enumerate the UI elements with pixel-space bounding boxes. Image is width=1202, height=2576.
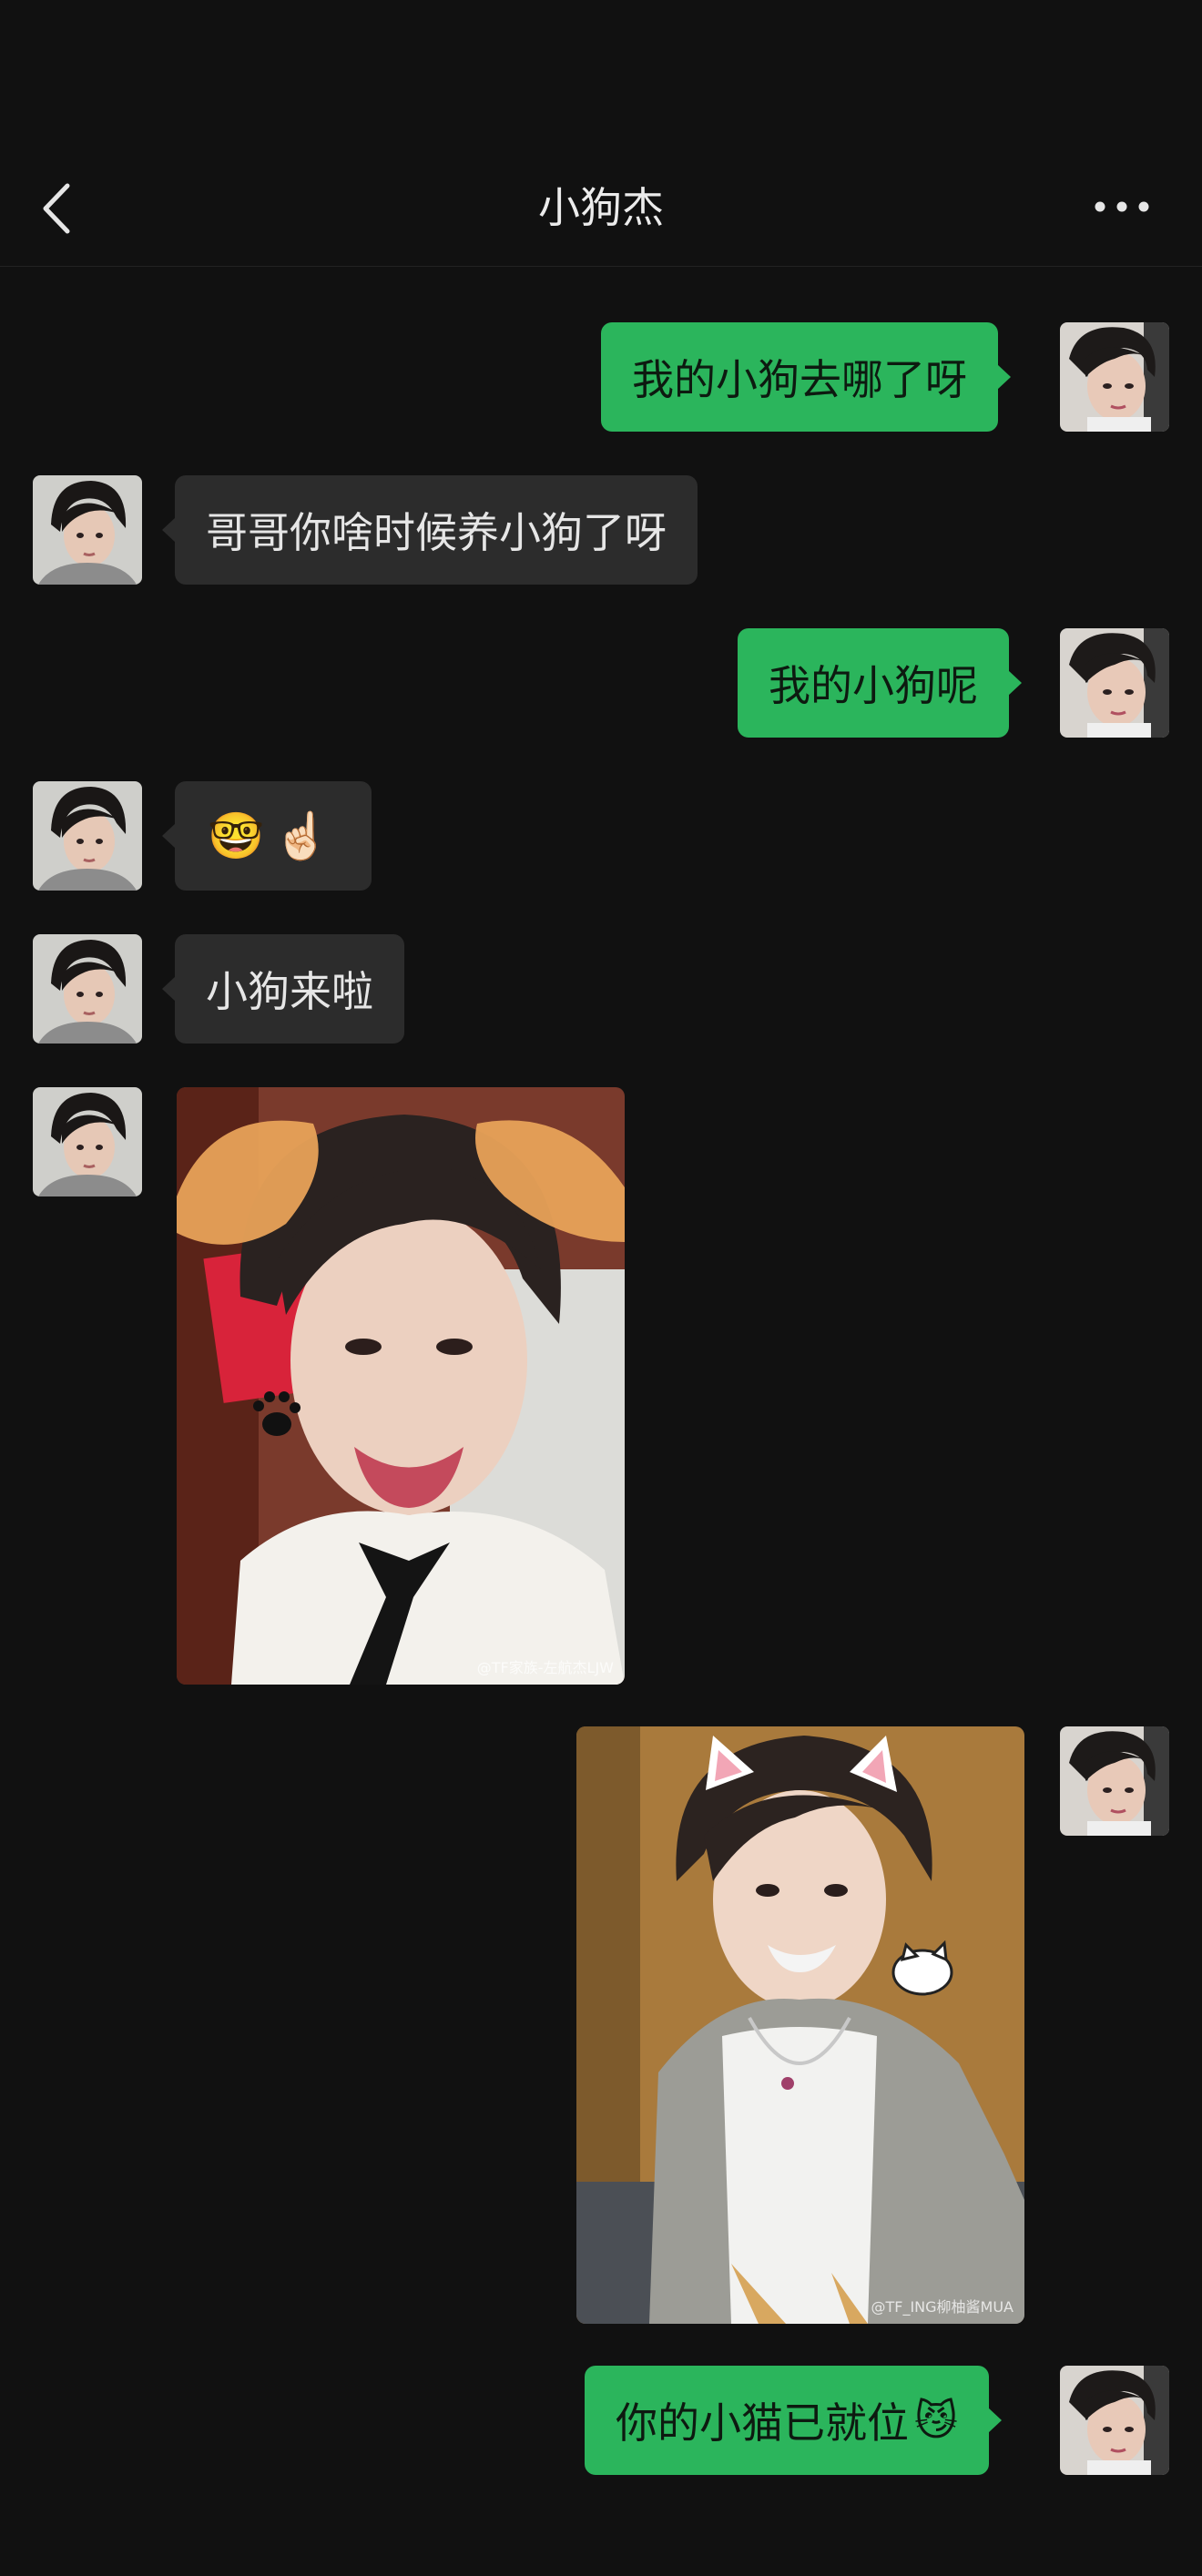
message-bubble-outgoing[interactable]: 我的小狗去哪了呀	[601, 322, 1011, 432]
pointing-up-emoji: ☝🏻	[273, 809, 331, 862]
my-avatar[interactable]	[1060, 1726, 1169, 1836]
avatar-image	[1060, 628, 1169, 738]
contact-avatar[interactable]	[33, 1087, 142, 1196]
my-avatar[interactable]	[1060, 628, 1169, 738]
nerd-face-emoji: 🤓	[208, 809, 265, 862]
contact-avatar[interactable]	[33, 934, 142, 1044]
message-bubble-incoming[interactable]: 🤓 ☝🏻	[162, 781, 372, 891]
image-message-dog-ears[interactable]: @TF家族-左航杰LJW	[177, 1087, 625, 1685]
avatar-image	[33, 475, 142, 585]
avatar-image	[1060, 322, 1169, 432]
chat-title: 小狗杰	[538, 183, 664, 232]
image-watermark: @TF家族-左航杰LJW	[476, 1659, 614, 1676]
message-bubble-incoming[interactable]: 哥哥你啥时候养小狗了呀	[162, 475, 698, 585]
contact-avatar[interactable]	[33, 781, 142, 891]
avatar-image	[1060, 2366, 1169, 2475]
message-bubble-outgoing[interactable]: 你的小猫已就位 😼	[585, 2366, 1002, 2475]
avatar-image	[33, 1087, 142, 1196]
image-watermark: @TF_ING柳柚酱MUA	[871, 2298, 1014, 2316]
image-message-cat-ears[interactable]: @TF_ING柳柚酱MUA	[576, 1726, 1024, 2324]
avatar-image	[33, 934, 142, 1044]
avatar-image	[33, 781, 142, 891]
avatar-image	[1060, 1726, 1169, 1836]
cat-smirk-emoji: 😼	[914, 2396, 958, 2445]
message-text: 哥哥你啥时候养小狗了呀	[206, 508, 667, 557]
my-avatar[interactable]	[1060, 322, 1169, 432]
message-bubble-incoming[interactable]: 小狗来啦	[162, 934, 404, 1044]
my-avatar[interactable]	[1060, 2366, 1169, 2475]
chat-header: 小狗杰	[0, 0, 1202, 267]
message-text: 我的小狗呢	[769, 661, 978, 710]
more-dots-icon[interactable]	[1093, 193, 1151, 220]
message-text: 小狗来啦	[206, 967, 373, 1016]
message-bubble-outgoing[interactable]: 我的小狗呢	[738, 628, 1022, 738]
selfie-photo	[177, 1087, 625, 1685]
contact-avatar[interactable]	[33, 475, 142, 585]
message-text: 你的小猫已就位	[616, 2398, 909, 2448]
message-text: 我的小狗去哪了呀	[632, 355, 967, 404]
selfie-photo	[576, 1726, 1024, 2324]
